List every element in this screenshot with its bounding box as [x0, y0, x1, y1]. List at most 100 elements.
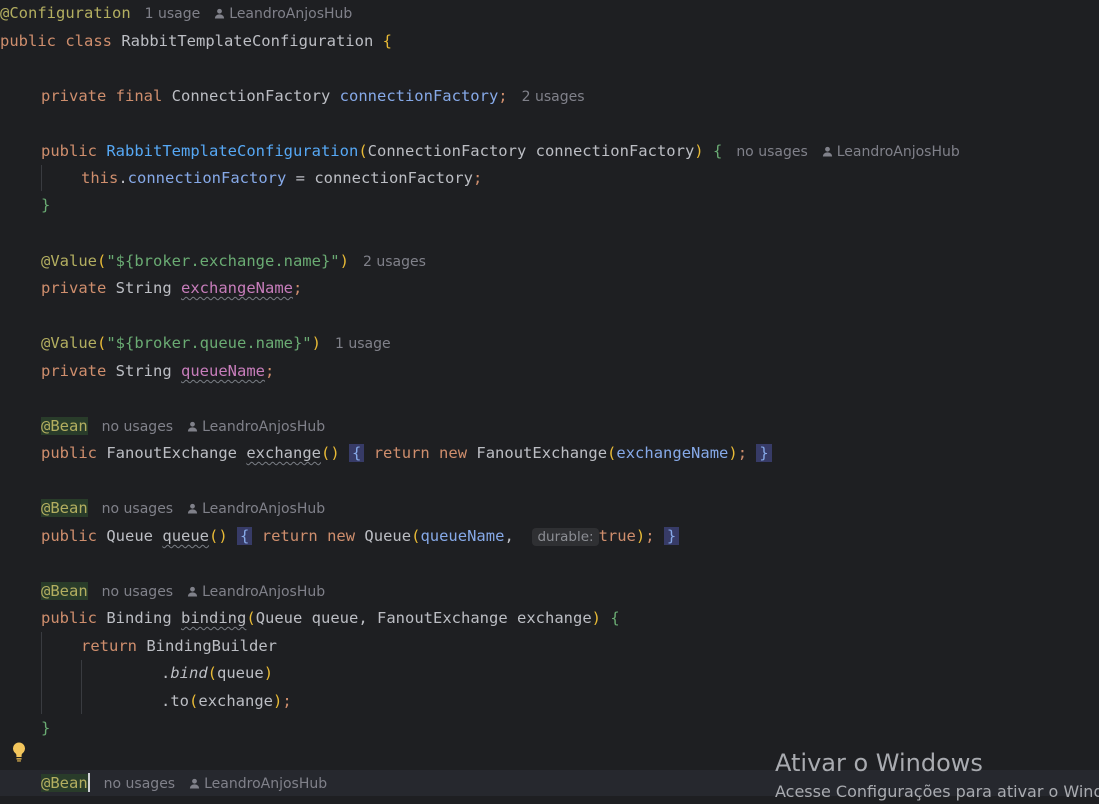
type-name: ConnectionFactory: [367, 142, 527, 160]
indent-guide: [41, 632, 42, 714]
type-name: String: [115, 362, 172, 380]
annotation: @Bean: [41, 499, 88, 517]
author-icon: [188, 421, 198, 432]
keyword: public class: [0, 32, 112, 50]
identifier: exchange: [198, 692, 274, 710]
code-line[interactable]: }: [41, 192, 50, 218]
annotation: @Bean: [41, 774, 88, 792]
type-name: FanoutExchange: [476, 444, 608, 462]
author-hint[interactable]: LeandroAnjosHub: [229, 6, 352, 22]
type-name: String: [115, 279, 172, 297]
code-line[interactable]: @Bean no usages LeandroAnjosHub: [41, 578, 325, 604]
code-line[interactable]: public Binding binding(Queue queue, Fano…: [41, 605, 620, 631]
code-line[interactable]: return BindingBuilder: [81, 633, 277, 659]
author-icon: [190, 778, 200, 789]
keyword: public: [41, 609, 97, 627]
code-line[interactable]: public RabbitTemplateConfiguration(Conne…: [41, 138, 960, 164]
field-name: queueName: [181, 362, 266, 380]
usage-hint[interactable]: no usages: [102, 501, 173, 517]
author-hint[interactable]: LeandroAnjosHub: [204, 776, 327, 792]
usage-hint[interactable]: no usages: [102, 419, 173, 435]
keyword: public: [41, 444, 97, 462]
usage-hint[interactable]: 1 usage: [335, 336, 391, 352]
usage-hint[interactable]: 2 usages: [363, 254, 426, 270]
type-name: BindingBuilder: [146, 637, 277, 655]
method-call: bind: [170, 664, 208, 682]
method-name: queue: [162, 527, 210, 545]
type-name: Binding: [106, 609, 172, 627]
type-name: ConnectionFactory: [171, 87, 331, 105]
author-hint[interactable]: LeandroAnjosHub: [202, 419, 325, 435]
annotation: @Bean: [41, 417, 88, 435]
author-icon: [188, 586, 198, 597]
code-line[interactable]: @Value("${broker.queue.name}") 1 usage: [41, 330, 391, 356]
keyword: new: [327, 527, 356, 545]
lightbulb-icon[interactable]: [10, 741, 28, 763]
field-name: exchangeName: [616, 444, 729, 462]
usage-hint[interactable]: 1 usage: [145, 6, 201, 22]
watermark-subtitle: Acesse Configurações para ativar o Wind: [775, 782, 1099, 801]
identifier: connectionFactory: [314, 169, 473, 187]
code-line[interactable]: private String queueName;: [41, 358, 274, 384]
field-name: connectionFactory: [339, 87, 499, 105]
class-name: RabbitTemplateConfiguration: [121, 32, 374, 50]
string-literal: "${broker.queue.name}": [106, 334, 312, 352]
parameter-hint: durable:: [532, 528, 599, 546]
field-name: connectionFactory: [127, 169, 287, 187]
keyword: private final: [41, 87, 163, 105]
keyword: public: [41, 142, 97, 160]
code-line[interactable]: private final ConnectionFactory connecti…: [41, 83, 585, 109]
code-line[interactable]: .bind(queue): [161, 660, 273, 686]
indent-guide: [81, 660, 82, 714]
code-line[interactable]: @Bean no usages LeandroAnjosHub: [41, 495, 325, 521]
field-name: queueName: [420, 527, 505, 545]
code-line[interactable]: public FanoutExchange exchange() { retur…: [41, 440, 772, 466]
param-list: FanoutExchange exchange: [377, 609, 592, 627]
type-name: FanoutExchange: [106, 444, 237, 462]
method-name: exchange: [246, 444, 321, 462]
author-icon: [215, 8, 225, 19]
code-line[interactable]: }: [41, 715, 50, 741]
keyword: return: [373, 444, 430, 462]
author-hint[interactable]: LeandroAnjosHub: [202, 584, 325, 600]
indent-guide: [41, 165, 42, 191]
windows-activation-watermark: Ativar o Windows Acesse Configurações pa…: [775, 746, 1099, 804]
author-hint[interactable]: LeandroAnjosHub: [837, 144, 960, 160]
method-name: binding: [181, 609, 247, 627]
string-literal: "${broker.exchange.name}": [106, 252, 340, 270]
identifier: queue: [217, 664, 264, 682]
code-line[interactable]: public class RabbitTemplateConfiguration…: [0, 28, 392, 54]
code-line[interactable]: @Value("${broker.exchange.name}") 2 usage…: [41, 248, 426, 274]
keyword: new: [439, 444, 468, 462]
keyword: return: [81, 637, 137, 655]
type-name: Queue: [364, 527, 412, 545]
code-line[interactable]: this.connectionFactory = connectionFacto…: [81, 165, 482, 191]
param-list: Queue queue: [255, 609, 359, 627]
code-line[interactable]: public Queue queue() { return new Queue(…: [41, 523, 680, 549]
keyword: private: [41, 362, 107, 380]
author-icon: [822, 146, 832, 157]
method-call: to: [170, 692, 190, 710]
code-line[interactable]: @Configuration 1 usage LeandroAnjosHub: [0, 0, 352, 26]
author-hint[interactable]: LeandroAnjosHub: [202, 501, 325, 517]
brace: {: [382, 32, 392, 50]
type-name: Queue: [106, 527, 154, 545]
field-name: exchangeName: [181, 279, 293, 297]
keyword: true: [598, 527, 636, 545]
code-line[interactable]: private String exchangeName;: [41, 275, 302, 301]
keyword: this: [81, 169, 119, 187]
usage-hint[interactable]: no usages: [102, 584, 173, 600]
usage-hint[interactable]: 2 usages: [522, 89, 585, 105]
keyword: private: [41, 279, 107, 297]
author-icon: [188, 503, 198, 514]
annotation: @Value: [41, 252, 97, 270]
keyword: public: [41, 527, 97, 545]
annotation: @Configuration: [0, 4, 131, 22]
code-line[interactable]: @Bean no usages LeandroAnjosHub: [41, 413, 325, 439]
code-line[interactable]: .to(exchange);: [161, 688, 292, 714]
usage-hint[interactable]: no usages: [104, 776, 175, 792]
method-name: RabbitTemplateConfiguration: [106, 142, 359, 160]
usage-hint[interactable]: no usages: [736, 144, 807, 160]
annotation: @Value: [41, 334, 97, 352]
code-line[interactable]: @Bean no usages LeandroAnjosHub: [41, 770, 327, 796]
